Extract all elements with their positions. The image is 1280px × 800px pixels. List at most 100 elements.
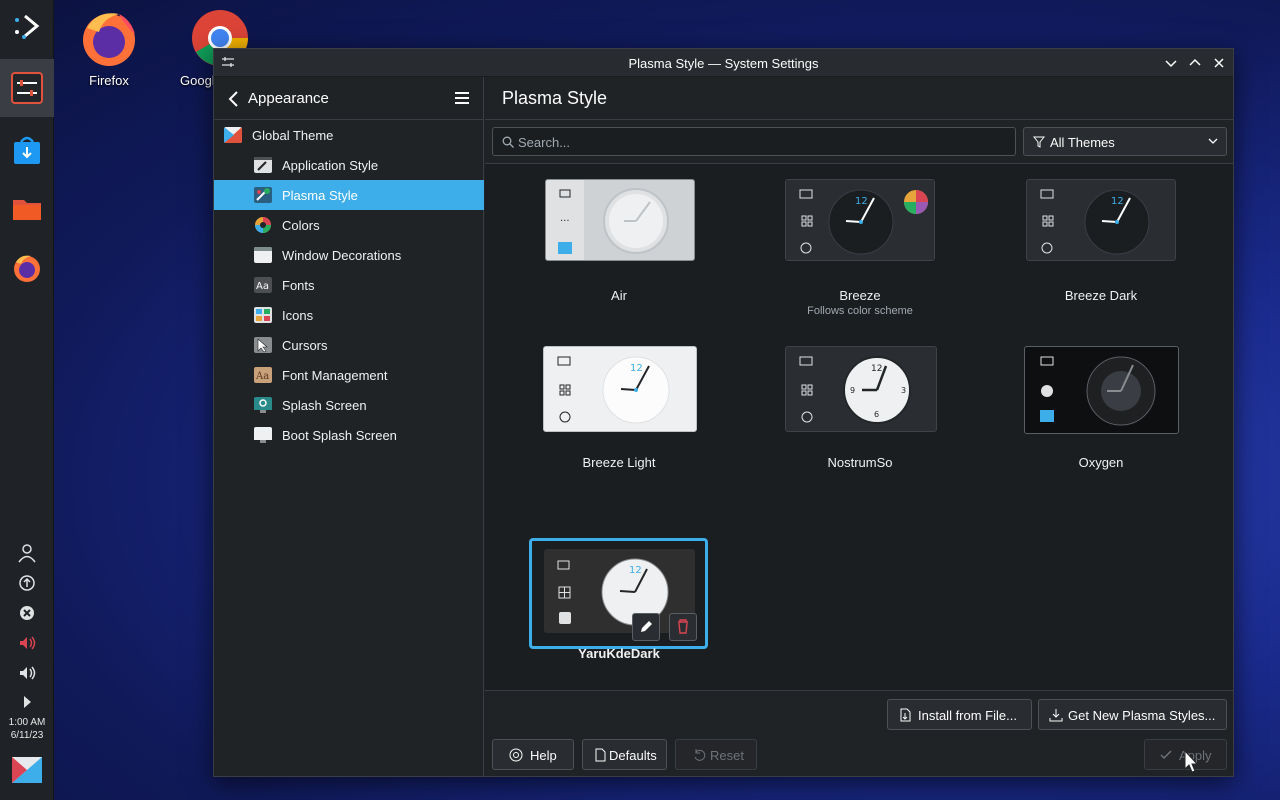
clock-preview-icon: 12 [1040, 189, 1150, 255]
main-content: Plasma Style All Themes ··· [485, 77, 1233, 776]
delete-theme-button[interactable] [669, 613, 697, 641]
update-icon[interactable] [17, 573, 37, 593]
sidebar-item-label: Global Theme [252, 128, 334, 143]
desktop-icon-firefox[interactable]: Firefox [69, 8, 149, 88]
system-settings-window: Plasma Style — System Settings Appearanc… [213, 48, 1234, 777]
sidebar-item-boot-splash-screen[interactable]: Boot Splash Screen [214, 420, 484, 450]
network-disconnected-icon[interactable] [17, 603, 37, 623]
sidebar-item-fonts[interactable]: Aa Fonts [214, 270, 484, 300]
back-arrow-icon[interactable] [226, 90, 240, 108]
reset-button[interactable]: Reset [675, 739, 757, 770]
theme-tile-breeze-dark[interactable]: 12 Breeze Dark [1001, 179, 1201, 319]
svg-text:12: 12 [871, 364, 882, 374]
reset-icon [694, 749, 706, 761]
reset-label: Reset [710, 748, 744, 763]
sidebar-item-label: Application Style [282, 158, 379, 173]
theme-tile-breeze[interactable]: 12 Breeze Follows color scheme [760, 179, 960, 319]
theme-tile-air[interactable]: ··· Air [519, 179, 719, 319]
page-title: Plasma Style [502, 88, 608, 108]
font-management-icon: Aa [254, 367, 272, 383]
clock-time[interactable]: 1:00 AM [0, 717, 54, 728]
sidebar-item-label: Cursors [282, 338, 328, 353]
pencil-icon [641, 621, 652, 632]
sidebar-item-splash-screen[interactable]: Splash Screen [214, 390, 484, 420]
theme-tile-breeze-light[interactable]: 12 Breeze Light [519, 346, 719, 486]
search-input[interactable] [518, 133, 998, 151]
clock-preview-icon: 12 3 6 9 [799, 356, 911, 424]
sidebar: Appearance Global Theme Application Styl… [214, 77, 484, 776]
svg-text:12: 12 [855, 196, 868, 207]
install-file-icon [900, 708, 911, 722]
window-decorations-icon [254, 247, 272, 263]
theme-preview: 12 3 6 9 [785, 346, 937, 432]
svg-text:12: 12 [630, 363, 643, 374]
help-icon [509, 748, 523, 762]
sidebar-item-cursors[interactable]: Cursors [214, 330, 484, 360]
main-header: Plasma Style [485, 77, 1233, 120]
sidebar-item-plasma-style[interactable]: Plasma Style [214, 180, 484, 210]
hamburger-menu-icon[interactable] [454, 91, 470, 105]
sidebar-item-window-decorations[interactable]: Window Decorations [214, 240, 484, 270]
clock-preview-icon: ··· [546, 180, 669, 260]
fonts-icon: Aa [254, 277, 272, 293]
launcher-icon[interactable] [11, 10, 43, 42]
theme-name: Breeze [839, 288, 881, 303]
search-field[interactable] [492, 127, 1016, 156]
maximize-icon[interactable] [1187, 55, 1203, 71]
discover-task-icon[interactable] [11, 134, 43, 166]
theme-name: NostrumSo [827, 455, 893, 470]
theme-name: YaruKdeDark [578, 646, 660, 661]
svg-text:3: 3 [901, 386, 906, 395]
close-icon[interactable] [1211, 55, 1227, 71]
get-new-plasma-styles-button[interactable]: Get New Plasma Styles... [1038, 699, 1227, 730]
svg-text:12: 12 [1111, 196, 1124, 207]
sidebar-item-label: Icons [282, 308, 314, 323]
sidebar-item-font-management[interactable]: Aa Font Management [214, 360, 484, 390]
help-label: Help [530, 748, 557, 763]
clock-preview-icon [1040, 356, 1156, 426]
window-title: Plasma Style — System Settings [628, 56, 819, 71]
theme-name: Air [611, 288, 627, 303]
left-panel: 1:00 AM 6/11/23 [0, 0, 54, 800]
sidebar-item-icons[interactable]: Icons [214, 300, 484, 330]
svg-text:6: 6 [874, 410, 879, 419]
system-settings-task-icon[interactable] [11, 72, 43, 104]
theme-tile-nostrumso[interactable]: 12 3 6 9 NostrumSo [760, 346, 960, 486]
install-from-file-label: Install from File... [918, 708, 1017, 723]
user-icon[interactable] [17, 543, 37, 563]
dolphin-task-icon[interactable] [11, 192, 43, 224]
filter-icon [1033, 136, 1045, 148]
sidebar-item-application-style[interactable]: Application Style [214, 150, 484, 180]
minimize-icon[interactable] [1163, 55, 1179, 71]
svg-text:9: 9 [850, 386, 855, 395]
expand-tray-icon[interactable] [17, 692, 37, 712]
application-style-icon [254, 157, 272, 173]
checkmark-icon [1160, 750, 1172, 760]
svg-text:Aa: Aa [255, 371, 269, 382]
sidebar-item-global-theme[interactable]: Global Theme [214, 120, 484, 150]
microphone-muted-icon[interactable] [17, 633, 37, 653]
firefox-task-icon[interactable] [11, 252, 43, 284]
install-from-file-button[interactable]: Install from File... [887, 699, 1032, 730]
sidebar-heading: Appearance [248, 90, 329, 107]
theme-name: Breeze Dark [1064, 288, 1138, 303]
edit-theme-button[interactable] [632, 613, 660, 641]
clock-date[interactable]: 6/11/23 [0, 730, 54, 741]
trash-icon [678, 619, 688, 634]
cursors-icon [254, 337, 272, 353]
sidebar-item-label: Splash Screen [282, 398, 367, 413]
theme-preview: ··· [545, 179, 695, 261]
help-button[interactable]: Help [492, 739, 574, 770]
sidebar-item-colors[interactable]: Colors [214, 210, 484, 240]
show-desktop-icon[interactable] [11, 754, 43, 786]
volume-icon[interactable] [17, 663, 37, 683]
get-new-plasma-styles-label: Get New Plasma Styles... [1068, 708, 1216, 723]
defaults-button[interactable]: Defaults [582, 739, 667, 770]
chevron-down-icon [1208, 138, 1218, 144]
titlebar[interactable]: Plasma Style — System Settings [214, 49, 1233, 77]
sidebar-header: Appearance [214, 77, 483, 120]
theme-filter-dropdown[interactable]: All Themes [1023, 127, 1227, 156]
clock-preview-icon: 12 [799, 189, 928, 255]
theme-name: Oxygen [1078, 455, 1124, 470]
theme-tile-oxygen[interactable]: Oxygen [1001, 346, 1201, 486]
